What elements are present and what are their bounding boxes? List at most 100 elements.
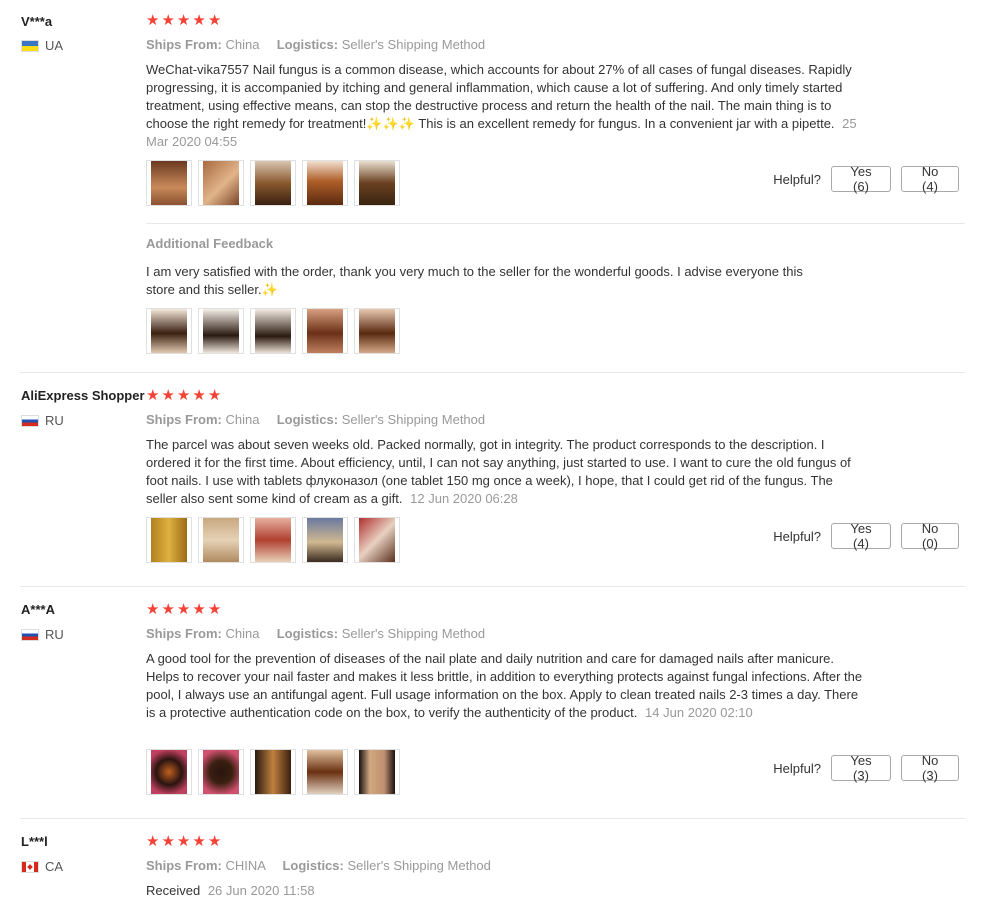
review-text: A good tool for the prevention of diseas… (146, 650, 864, 722)
additional-feedback-text: I am very satisfied with the order, than… (146, 264, 803, 297)
review-photo-thumbnail[interactable] (146, 308, 192, 354)
review-photo-thumbnail[interactable] (198, 308, 244, 354)
review-photo-thumbnail[interactable] (198, 160, 244, 206)
star-icon: ★ (146, 601, 160, 618)
country-code: CA (45, 859, 64, 874)
star-icon: ★ (176, 601, 191, 618)
review-photo-thumbnail[interactable] (146, 160, 192, 206)
helpful-label: Helpful? (773, 760, 821, 776)
star-icon: ★ (207, 601, 222, 618)
star-rating: ★ ★ ★ ★ ★ (146, 834, 221, 849)
review-photo-thumbnail[interactable] (198, 517, 244, 563)
helpful-label: Helpful? (773, 528, 821, 544)
star-icon: ★ (192, 833, 206, 850)
review-photo-thumbnail[interactable] (250, 517, 296, 563)
review-divider (20, 372, 965, 373)
review-photo-thumbnail[interactable] (146, 749, 192, 795)
divider (146, 223, 965, 224)
shipping-info: Ships From: China Logistics: Seller's Sh… (146, 626, 485, 641)
review-photos (146, 517, 400, 563)
star-icon: ★ (207, 12, 222, 29)
star-icon: ★ (146, 387, 160, 404)
reviewer-country: RU (21, 413, 64, 428)
review-text: Received 26 Jun 2020 11:58 (146, 882, 864, 900)
logistics-value: Seller's Shipping Method (341, 37, 486, 52)
ships-from-label: Ships From: (146, 412, 222, 427)
review-photos (146, 749, 400, 795)
reviewer-name: AliExpress Shopper (21, 388, 145, 403)
star-rating: ★ ★ ★ ★ ★ (146, 388, 221, 403)
star-icon: ★ (176, 387, 191, 404)
logistics-value: Seller's Shipping Method (347, 858, 491, 873)
review-date: 26 Jun 2020 11:58 (207, 883, 315, 898)
review-photo-thumbnail[interactable] (302, 517, 348, 563)
review-body: Received (146, 883, 201, 898)
review-photo-thumbnail[interactable] (146, 517, 192, 563)
review-divider (20, 586, 965, 587)
star-icon: ★ (161, 12, 175, 29)
ships-from-label: Ships From: (146, 37, 222, 52)
helpful-no-button[interactable]: No (0) (901, 521, 959, 551)
helpful-yes-button[interactable]: Yes (6) (831, 164, 891, 194)
star-icon: ★ (161, 601, 175, 618)
ships-from-value: China (225, 412, 260, 427)
star-icon: ★ (146, 12, 160, 29)
ships-from-value: China (225, 626, 260, 641)
helpful-vote: Helpful? Yes (4) No (0) (773, 521, 959, 551)
reviewer-country: UA (21, 38, 63, 53)
star-rating: ★ ★ ★ ★ ★ (146, 602, 221, 617)
review-date: 12 Jun 2020 06:28 (410, 491, 518, 506)
review-photo-thumbnail[interactable] (354, 517, 400, 563)
star-icon: ★ (192, 601, 206, 618)
review-photo-thumbnail[interactable] (250, 160, 296, 206)
shipping-info: Ships From: CHINA Logistics: Seller's Sh… (146, 858, 491, 873)
country-code: UA (45, 38, 64, 53)
review-photo-thumbnail[interactable] (198, 749, 244, 795)
review-photo-thumbnail[interactable] (250, 308, 296, 354)
helpful-label: Helpful? (773, 171, 821, 187)
review-photo-thumbnail[interactable] (354, 308, 400, 354)
star-icon: ★ (161, 387, 175, 404)
star-icon: ★ (176, 12, 191, 29)
star-icon: ★ (207, 833, 222, 850)
ships-from-value: CHINA (225, 858, 266, 873)
helpful-vote: Helpful? Yes (3) No (3) (773, 753, 959, 783)
additional-feedback-label: Additional Feedback (146, 236, 274, 251)
review-date: 14 Jun 2020 02:10 (645, 705, 753, 720)
review-text: WeChat-vika7557 Nail fungus is a common … (146, 61, 864, 151)
additional-review-photos (146, 308, 400, 354)
shipping-info: Ships From: China Logistics: Seller's Sh… (146, 37, 485, 52)
review-photo-thumbnail[interactable] (302, 308, 348, 354)
helpful-yes-button[interactable]: Yes (3) (831, 753, 891, 783)
star-rating: ★ ★ ★ ★ ★ (146, 13, 221, 28)
review-photo-thumbnail[interactable] (250, 749, 296, 795)
star-icon: ★ (161, 833, 175, 850)
review-photo-thumbnail[interactable] (302, 160, 348, 206)
reviewer-name: L***l (21, 834, 48, 849)
reviewer-country: RU (21, 627, 64, 642)
ru-flag-icon (21, 414, 39, 427)
helpful-no-button[interactable]: No (3) (901, 753, 959, 783)
review-photo-thumbnail[interactable] (354, 749, 400, 795)
helpful-vote: Helpful? Yes (6) No (4) (773, 164, 959, 194)
star-icon: ★ (146, 833, 160, 850)
logistics-label: Logistics: (276, 626, 339, 641)
helpful-no-button[interactable]: No (4) (901, 164, 959, 194)
logistics-value: Seller's Shipping Method (341, 412, 486, 427)
helpful-yes-button[interactable]: Yes (4) (831, 521, 891, 551)
review-divider (20, 818, 965, 819)
ca-flag-icon (21, 860, 39, 873)
star-icon: ★ (207, 387, 222, 404)
ru-flag-icon (21, 628, 39, 641)
country-code: RU (45, 627, 64, 642)
shipping-info: Ships From: China Logistics: Seller's Sh… (146, 412, 485, 427)
reviewer-country: CA (21, 859, 63, 874)
ships-from-label: Ships From: (146, 626, 222, 641)
star-icon: ★ (176, 833, 191, 850)
review-text: The parcel was about seven weeks old. Pa… (146, 436, 864, 508)
review-photo-thumbnail[interactable] (354, 160, 400, 206)
review-photo-thumbnail[interactable] (302, 749, 348, 795)
review-photos (146, 160, 400, 206)
reviewer-name: A***A (21, 602, 55, 617)
ua-flag-icon (21, 39, 39, 52)
